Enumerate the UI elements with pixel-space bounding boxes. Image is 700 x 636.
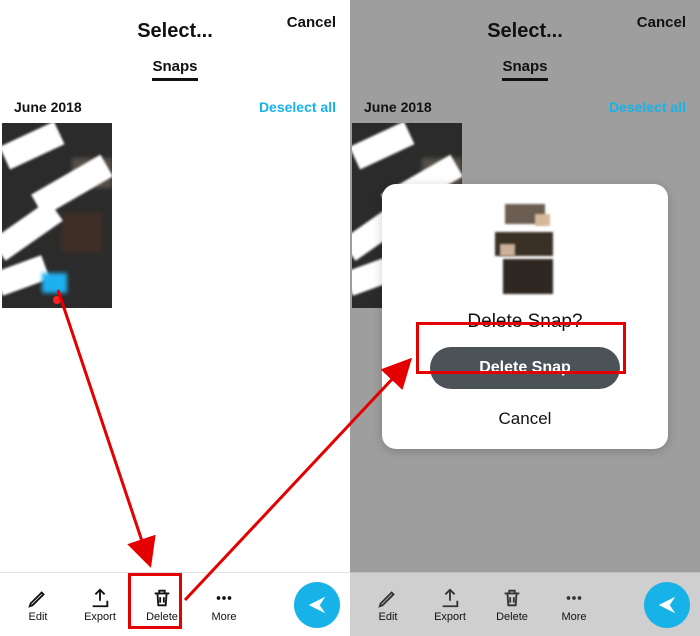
edit-button[interactable]: Edit bbox=[10, 587, 66, 623]
more-label: More bbox=[561, 611, 586, 623]
tabs: Snaps bbox=[0, 56, 350, 91]
more-button[interactable]: More bbox=[196, 587, 252, 623]
export-icon bbox=[89, 587, 111, 609]
more-icon bbox=[213, 587, 235, 609]
edit-button[interactable]: Edit bbox=[360, 587, 416, 623]
send-icon bbox=[656, 594, 678, 616]
screen-delete-confirm: Select... Cancel Snaps June 2018 Deselec… bbox=[350, 0, 700, 636]
header: Select... Cancel bbox=[0, 0, 350, 56]
send-button[interactable] bbox=[294, 582, 340, 628]
export-label: Export bbox=[84, 611, 116, 623]
trash-icon bbox=[151, 587, 173, 609]
pencil-icon bbox=[27, 587, 49, 609]
delete-label: Delete bbox=[496, 611, 528, 623]
export-button[interactable]: Export bbox=[72, 587, 128, 623]
dialog-cancel-button[interactable]: Cancel bbox=[479, 403, 572, 435]
bottom-toolbar: Edit Export Delete bbox=[0, 572, 350, 636]
deselect-all-button[interactable]: Deselect all bbox=[609, 99, 686, 115]
tab-snaps[interactable]: Snaps bbox=[502, 58, 547, 81]
section-date: June 2018 bbox=[364, 99, 432, 115]
deselect-all-button[interactable]: Deselect all bbox=[259, 99, 336, 115]
export-icon bbox=[439, 587, 461, 609]
dialog-delete-button[interactable]: Delete Snap bbox=[430, 347, 620, 389]
header-title: Select... bbox=[137, 20, 213, 43]
export-button[interactable]: Export bbox=[422, 587, 478, 623]
send-button[interactable] bbox=[644, 582, 690, 628]
cancel-button[interactable]: Cancel bbox=[287, 14, 336, 31]
header: Select... Cancel bbox=[350, 0, 700, 56]
export-label: Export bbox=[434, 611, 466, 623]
snap-grid bbox=[0, 123, 350, 308]
pencil-icon bbox=[377, 587, 399, 609]
send-icon bbox=[306, 594, 328, 616]
delete-label: Delete bbox=[146, 611, 178, 623]
header-title: Select... bbox=[487, 20, 563, 43]
edit-label: Edit bbox=[379, 611, 398, 623]
section-date: June 2018 bbox=[14, 99, 82, 115]
section-header: June 2018 Deselect all bbox=[0, 91, 350, 123]
delete-snap-dialog: Delete Snap? Delete Snap Cancel bbox=[382, 184, 668, 449]
dialog-snap-preview bbox=[485, 204, 565, 299]
more-button[interactable]: More bbox=[546, 587, 602, 623]
section-header: June 2018 Deselect all bbox=[350, 91, 700, 123]
delete-button[interactable]: Delete bbox=[134, 587, 190, 623]
delete-button[interactable]: Delete bbox=[484, 587, 540, 623]
dialog-title: Delete Snap? bbox=[467, 311, 582, 333]
snap-thumbnail[interactable] bbox=[2, 123, 112, 308]
more-label: More bbox=[211, 611, 236, 623]
selection-indicator bbox=[53, 296, 61, 304]
trash-icon bbox=[501, 587, 523, 609]
screen-selection: Select... Cancel Snaps June 2018 Deselec… bbox=[0, 0, 350, 636]
tabs: Snaps bbox=[350, 56, 700, 91]
tab-snaps[interactable]: Snaps bbox=[152, 58, 197, 81]
more-icon bbox=[563, 587, 585, 609]
cancel-button[interactable]: Cancel bbox=[637, 14, 686, 31]
bottom-toolbar: Edit Export Delete bbox=[350, 572, 700, 636]
edit-label: Edit bbox=[29, 611, 48, 623]
